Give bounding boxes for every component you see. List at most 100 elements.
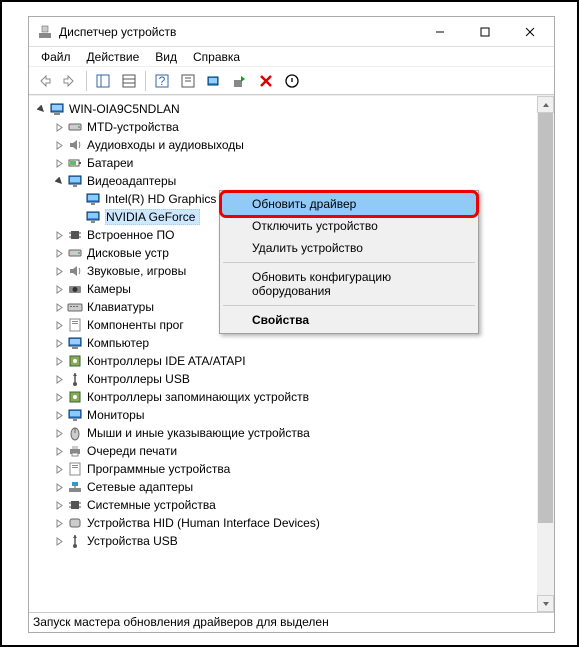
- forward-button[interactable]: [58, 69, 82, 93]
- tree-category-label: Клавиатуры: [87, 300, 154, 314]
- ctx-remove-device[interactable]: Удалить устройство: [222, 237, 476, 259]
- chip-icon: [67, 497, 83, 513]
- camera-icon: [67, 281, 83, 297]
- tree-category-label: Мониторы: [87, 408, 144, 422]
- tree-toggle[interactable]: [53, 445, 65, 457]
- ctx-disable-device[interactable]: Отключить устройство: [222, 215, 476, 237]
- tree-toggle[interactable]: [53, 283, 65, 295]
- tree-category[interactable]: Батареи: [33, 154, 554, 172]
- window-title: Диспетчер устройств: [59, 25, 417, 39]
- status-text: Запуск мастера обновления драйверов для …: [33, 615, 329, 629]
- tree-category-label: Аудиовходы и аудиовыходы: [87, 138, 244, 152]
- tree-toggle[interactable]: [53, 301, 65, 313]
- maximize-button[interactable]: [462, 17, 507, 46]
- tree-toggle[interactable]: [53, 265, 65, 277]
- tree-category-label: Батареи: [87, 156, 133, 170]
- tree-toggle[interactable]: [53, 175, 65, 187]
- tree-category-label: MTD-устройства: [87, 120, 179, 134]
- tree-toggle[interactable]: [53, 535, 65, 547]
- ctx-properties[interactable]: Свойства: [222, 309, 476, 331]
- properties-button[interactable]: [176, 69, 200, 93]
- display-icon: [67, 173, 83, 189]
- update-driver-button[interactable]: [228, 69, 252, 93]
- tree-toggle[interactable]: [53, 517, 65, 529]
- menu-file[interactable]: Файл: [33, 48, 79, 66]
- tree-category[interactable]: Контроллеры USB: [33, 370, 554, 388]
- tree-category[interactable]: Сетевые адаптеры: [33, 478, 554, 496]
- uninstall-button[interactable]: [254, 69, 278, 93]
- tree-category-label: Программные устройства: [87, 462, 230, 476]
- tree-category[interactable]: Мыши и иные указывающие устройства: [33, 424, 554, 442]
- tree-category-label: Компоненты прог: [87, 318, 184, 332]
- tree-category-label: Мыши и иные указывающие устройства: [87, 426, 310, 440]
- tree-category-label: Дисковые устр: [87, 246, 169, 260]
- scan-hardware-button[interactable]: [202, 69, 226, 93]
- network-icon: [67, 479, 83, 495]
- tree-toggle[interactable]: [53, 463, 65, 475]
- tree-category[interactable]: Системные устройства: [33, 496, 554, 514]
- ctx-update-driver[interactable]: Обновить драйвер: [222, 193, 476, 215]
- details-button[interactable]: [117, 69, 141, 93]
- menu-help[interactable]: Справка: [185, 48, 248, 66]
- tree-category-label: Устройства USB: [87, 534, 178, 548]
- software-icon: [67, 461, 83, 477]
- tree-toggle[interactable]: [53, 319, 65, 331]
- tree-toggle[interactable]: [53, 427, 65, 439]
- tree-toggle[interactable]: [53, 139, 65, 151]
- tree-toggle[interactable]: [53, 247, 65, 259]
- help-button[interactable]: ?: [150, 69, 174, 93]
- show-hide-tree-button[interactable]: [91, 69, 115, 93]
- tree-toggle[interactable]: [53, 481, 65, 493]
- storage-icon: [67, 353, 83, 369]
- tree-category-label: Встроенное ПО: [87, 228, 174, 242]
- display-icon: [85, 209, 101, 225]
- tree-category[interactable]: Компьютер: [33, 334, 554, 352]
- tree-category[interactable]: Видеоадаптеры: [33, 172, 554, 190]
- tree-toggle[interactable]: [53, 157, 65, 169]
- vertical-scrollbar[interactable]: [537, 96, 554, 612]
- tree-category-label: Очереди печати: [87, 444, 177, 458]
- usb-icon: [67, 371, 83, 387]
- menu-view[interactable]: Вид: [147, 48, 185, 66]
- tree-root[interactable]: WIN-OIA9C5NDLAN: [33, 100, 554, 118]
- tree-toggle[interactable]: [53, 121, 65, 133]
- back-button[interactable]: [32, 69, 56, 93]
- tree-category[interactable]: Аудиовходы и аудиовыходы: [33, 136, 554, 154]
- tree-category[interactable]: Контроллеры запоминающих устройств: [33, 388, 554, 406]
- tree-toggle[interactable]: [53, 499, 65, 511]
- tree-category[interactable]: Контроллеры IDE ATA/ATAPI: [33, 352, 554, 370]
- scroll-track[interactable]: [537, 113, 554, 595]
- ctx-scan-hardware[interactable]: Обновить конфигурацию оборудования: [222, 266, 476, 302]
- scroll-down-button[interactable]: [537, 595, 554, 612]
- tree-toggle[interactable]: [53, 229, 65, 241]
- tree-category-label: Контроллеры IDE ATA/ATAPI: [87, 354, 246, 368]
- tree-toggle[interactable]: [53, 373, 65, 385]
- tree-category[interactable]: Мониторы: [33, 406, 554, 424]
- disable-button[interactable]: [280, 69, 304, 93]
- tree-category[interactable]: Устройства HID (Human Interface Devices): [33, 514, 554, 532]
- usb-icon: [67, 533, 83, 549]
- tree-toggle[interactable]: [53, 409, 65, 421]
- minimize-button[interactable]: [417, 17, 462, 46]
- toolbar: ?: [29, 67, 554, 95]
- tree-category[interactable]: Очереди печати: [33, 442, 554, 460]
- tree-category-label: Видеоадаптеры: [87, 174, 176, 188]
- software-icon: [67, 317, 83, 333]
- computer-icon: [67, 335, 83, 351]
- tree-toggle[interactable]: [53, 337, 65, 349]
- tree-category-label: Сетевые адаптеры: [87, 480, 193, 494]
- tree-spacer: [71, 193, 83, 205]
- tree-toggle[interactable]: [35, 103, 47, 115]
- scroll-thumb[interactable]: [538, 113, 553, 523]
- tree-category[interactable]: Программные устройства: [33, 460, 554, 478]
- tree-category[interactable]: Устройства USB: [33, 532, 554, 550]
- display-icon: [67, 407, 83, 423]
- scroll-up-button[interactable]: [537, 96, 554, 113]
- close-button[interactable]: [507, 17, 552, 46]
- tree-category[interactable]: MTD-устройства: [33, 118, 554, 136]
- menu-action[interactable]: Действие: [79, 48, 148, 66]
- tree-category-label: Компьютер: [87, 336, 149, 350]
- tree-toggle[interactable]: [53, 391, 65, 403]
- tree-toggle[interactable]: [53, 355, 65, 367]
- ctx-separator: [223, 262, 475, 263]
